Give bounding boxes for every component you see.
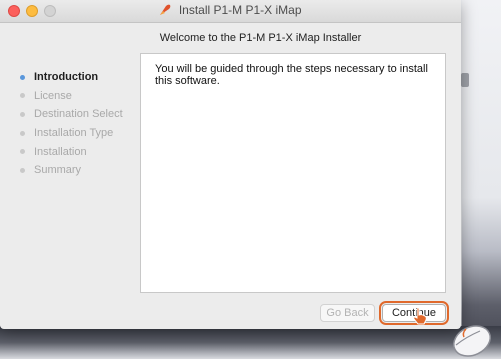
installer-window: Install P1-M P1-X iMap Welcome to the P1…: [0, 0, 461, 329]
step-license: License: [20, 87, 123, 106]
installer-heading-text: Welcome to the P1-M P1-X iMap Installer: [159, 32, 362, 44]
active-step-dot-icon: [20, 74, 25, 80]
step-destination-select: Destination Select: [20, 105, 123, 124]
step-label: Summary: [34, 164, 82, 177]
step-label: Installation Type: [34, 127, 114, 140]
step-label: Installation: [34, 145, 87, 158]
content-panel[interactable]: You will be guided through the steps nec…: [140, 53, 446, 293]
desktop-icon-fragment: [461, 73, 469, 87]
mouse-icon: [453, 325, 491, 357]
step-summary: Summary: [20, 161, 123, 180]
step-dot-icon: [20, 130, 25, 136]
step-installation-type: Installation Type: [20, 124, 123, 143]
desktop-background-right: [462, 0, 501, 359]
step-dot-icon: [20, 167, 25, 173]
installer-heading: Welcome to the P1-M P1-X iMap Installer: [0, 32, 461, 44]
step-label: Destination Select: [34, 108, 123, 121]
step-dot-icon: [20, 111, 25, 117]
title-bar[interactable]: Install P1-M P1-X iMap: [0, 0, 461, 23]
pointer-cursor-icon: [413, 307, 427, 325]
step-introduction: Introduction: [20, 68, 123, 87]
step-installation: Installation: [20, 142, 123, 161]
installer-steps-list: Introduction License Destination Select …: [20, 68, 123, 180]
desktop-background-bottom: [0, 326, 501, 359]
content-body-text: You will be guided through the steps nec…: [155, 63, 428, 87]
window-title: Install P1-M P1-X iMap: [0, 3, 461, 17]
step-label: License: [34, 89, 72, 102]
step-dot-icon: [20, 149, 25, 155]
package-installer-icon: [160, 4, 171, 16]
step-dot-icon: [20, 93, 25, 99]
go-back-button[interactable]: Go Back: [320, 304, 375, 322]
step-label: Introduction: [34, 71, 99, 84]
window-title-text: Install P1-M P1-X iMap: [178, 3, 302, 17]
